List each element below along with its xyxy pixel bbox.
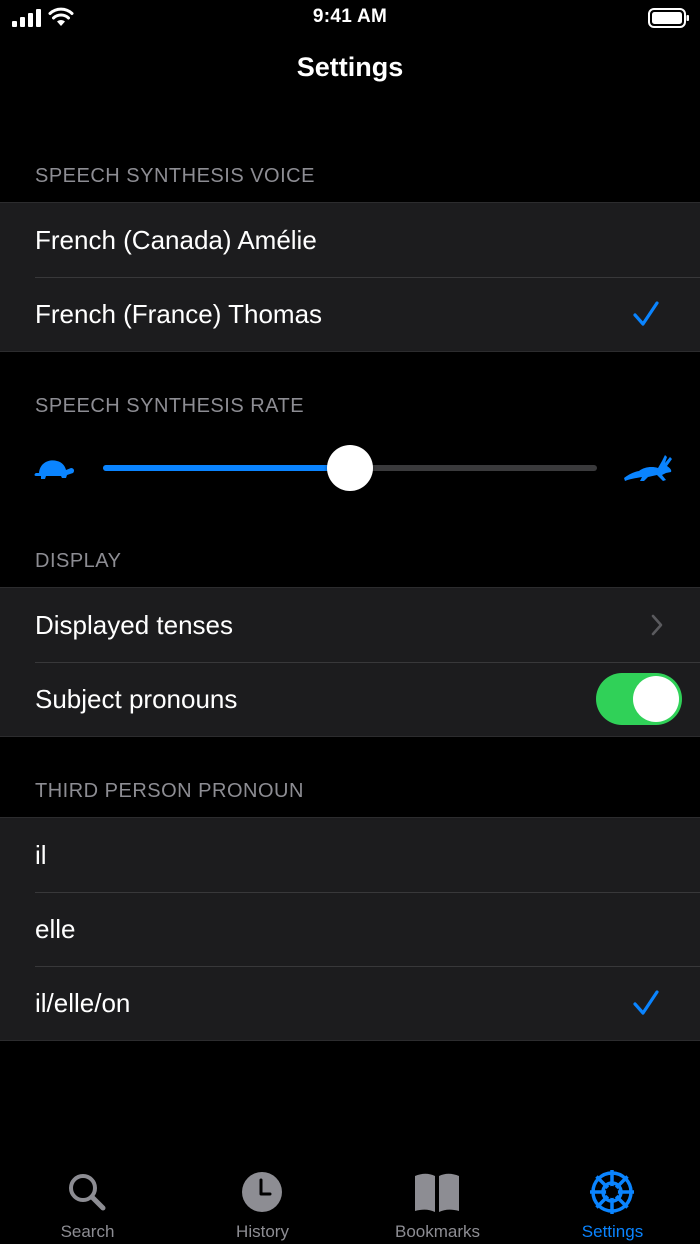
settings-screen: 9:41 AM Settings SPEECH SYNTHESIS VOICE … bbox=[0, 0, 700, 1244]
subject-pronouns-row: Subject pronouns bbox=[0, 662, 700, 736]
checkmark-icon bbox=[633, 301, 659, 326]
slider-thumb[interactable] bbox=[327, 445, 373, 491]
voice-option-thomas[interactable]: French (France) Thomas bbox=[0, 277, 700, 351]
pronoun-option-elle[interactable]: elle bbox=[0, 892, 700, 966]
displayed-tenses-row[interactable]: Displayed tenses bbox=[0, 588, 700, 662]
voice-options-group: French (Canada) Amélie French (France) T… bbox=[0, 202, 700, 352]
tab-label: Bookmarks bbox=[394, 1222, 481, 1241]
battery-icon bbox=[648, 8, 689, 28]
gear-icon bbox=[590, 1170, 634, 1214]
pronoun-options-group: il elle il/elle/on bbox=[0, 817, 700, 1041]
tab-label: Search bbox=[60, 1222, 115, 1241]
search-icon bbox=[69, 1174, 106, 1211]
turtle-icon bbox=[34, 460, 75, 479]
displayed-tenses-label: Displayed tenses bbox=[35, 609, 233, 640]
tab-label: Settings bbox=[581, 1222, 644, 1241]
subject-pronouns-toggle[interactable] bbox=[596, 673, 682, 725]
display-section-header: DISPLAY bbox=[35, 550, 122, 572]
tab-label: History bbox=[236, 1222, 289, 1241]
rate-section-header: SPEECH SYNTHESIS RATE bbox=[35, 395, 305, 417]
toggle-knob bbox=[633, 676, 679, 722]
tab-bookmarks[interactable]: Bookmarks bbox=[350, 1160, 525, 1244]
pronoun-option-label: il/elle/on bbox=[35, 987, 131, 1018]
checkmark-icon bbox=[633, 990, 659, 1015]
voice-option-amelie[interactable]: French (Canada) Amélie bbox=[0, 203, 700, 277]
page-title: Settings bbox=[296, 52, 404, 82]
tab-bar: Search History Bookmarks Settings bbox=[0, 1160, 700, 1244]
rabbit-icon bbox=[624, 455, 672, 481]
subject-pronouns-label: Subject pronouns bbox=[35, 683, 238, 714]
speech-rate-slider[interactable] bbox=[103, 445, 597, 491]
status-bar: 9:41 AM bbox=[0, 0, 700, 36]
chevron-right-icon bbox=[651, 614, 663, 636]
pronoun-option-label: elle bbox=[35, 913, 76, 944]
pronoun-option-il-elle-on[interactable]: il/elle/on bbox=[0, 966, 700, 1040]
clock-icon bbox=[242, 1172, 282, 1212]
book-icon bbox=[415, 1173, 459, 1212]
tab-history[interactable]: History bbox=[175, 1160, 350, 1244]
status-time: 9:41 AM bbox=[312, 6, 388, 27]
pronoun-option-label: il bbox=[35, 839, 47, 870]
pronoun-section-header: THIRD PERSON PRONOUN bbox=[35, 780, 304, 802]
tab-settings[interactable]: Settings bbox=[525, 1160, 700, 1244]
speech-rate-slider-area bbox=[0, 440, 700, 500]
tab-search[interactable]: Search bbox=[0, 1160, 175, 1244]
voice-section-header: SPEECH SYNTHESIS VOICE bbox=[35, 165, 315, 187]
slider-fill bbox=[103, 465, 350, 471]
pronoun-option-il[interactable]: il bbox=[0, 818, 700, 892]
voice-option-label: French (France) Thomas bbox=[35, 298, 323, 329]
display-options-group: Displayed tenses Subject pronouns bbox=[0, 587, 700, 737]
voice-option-label: French (Canada) Amélie bbox=[35, 224, 317, 255]
